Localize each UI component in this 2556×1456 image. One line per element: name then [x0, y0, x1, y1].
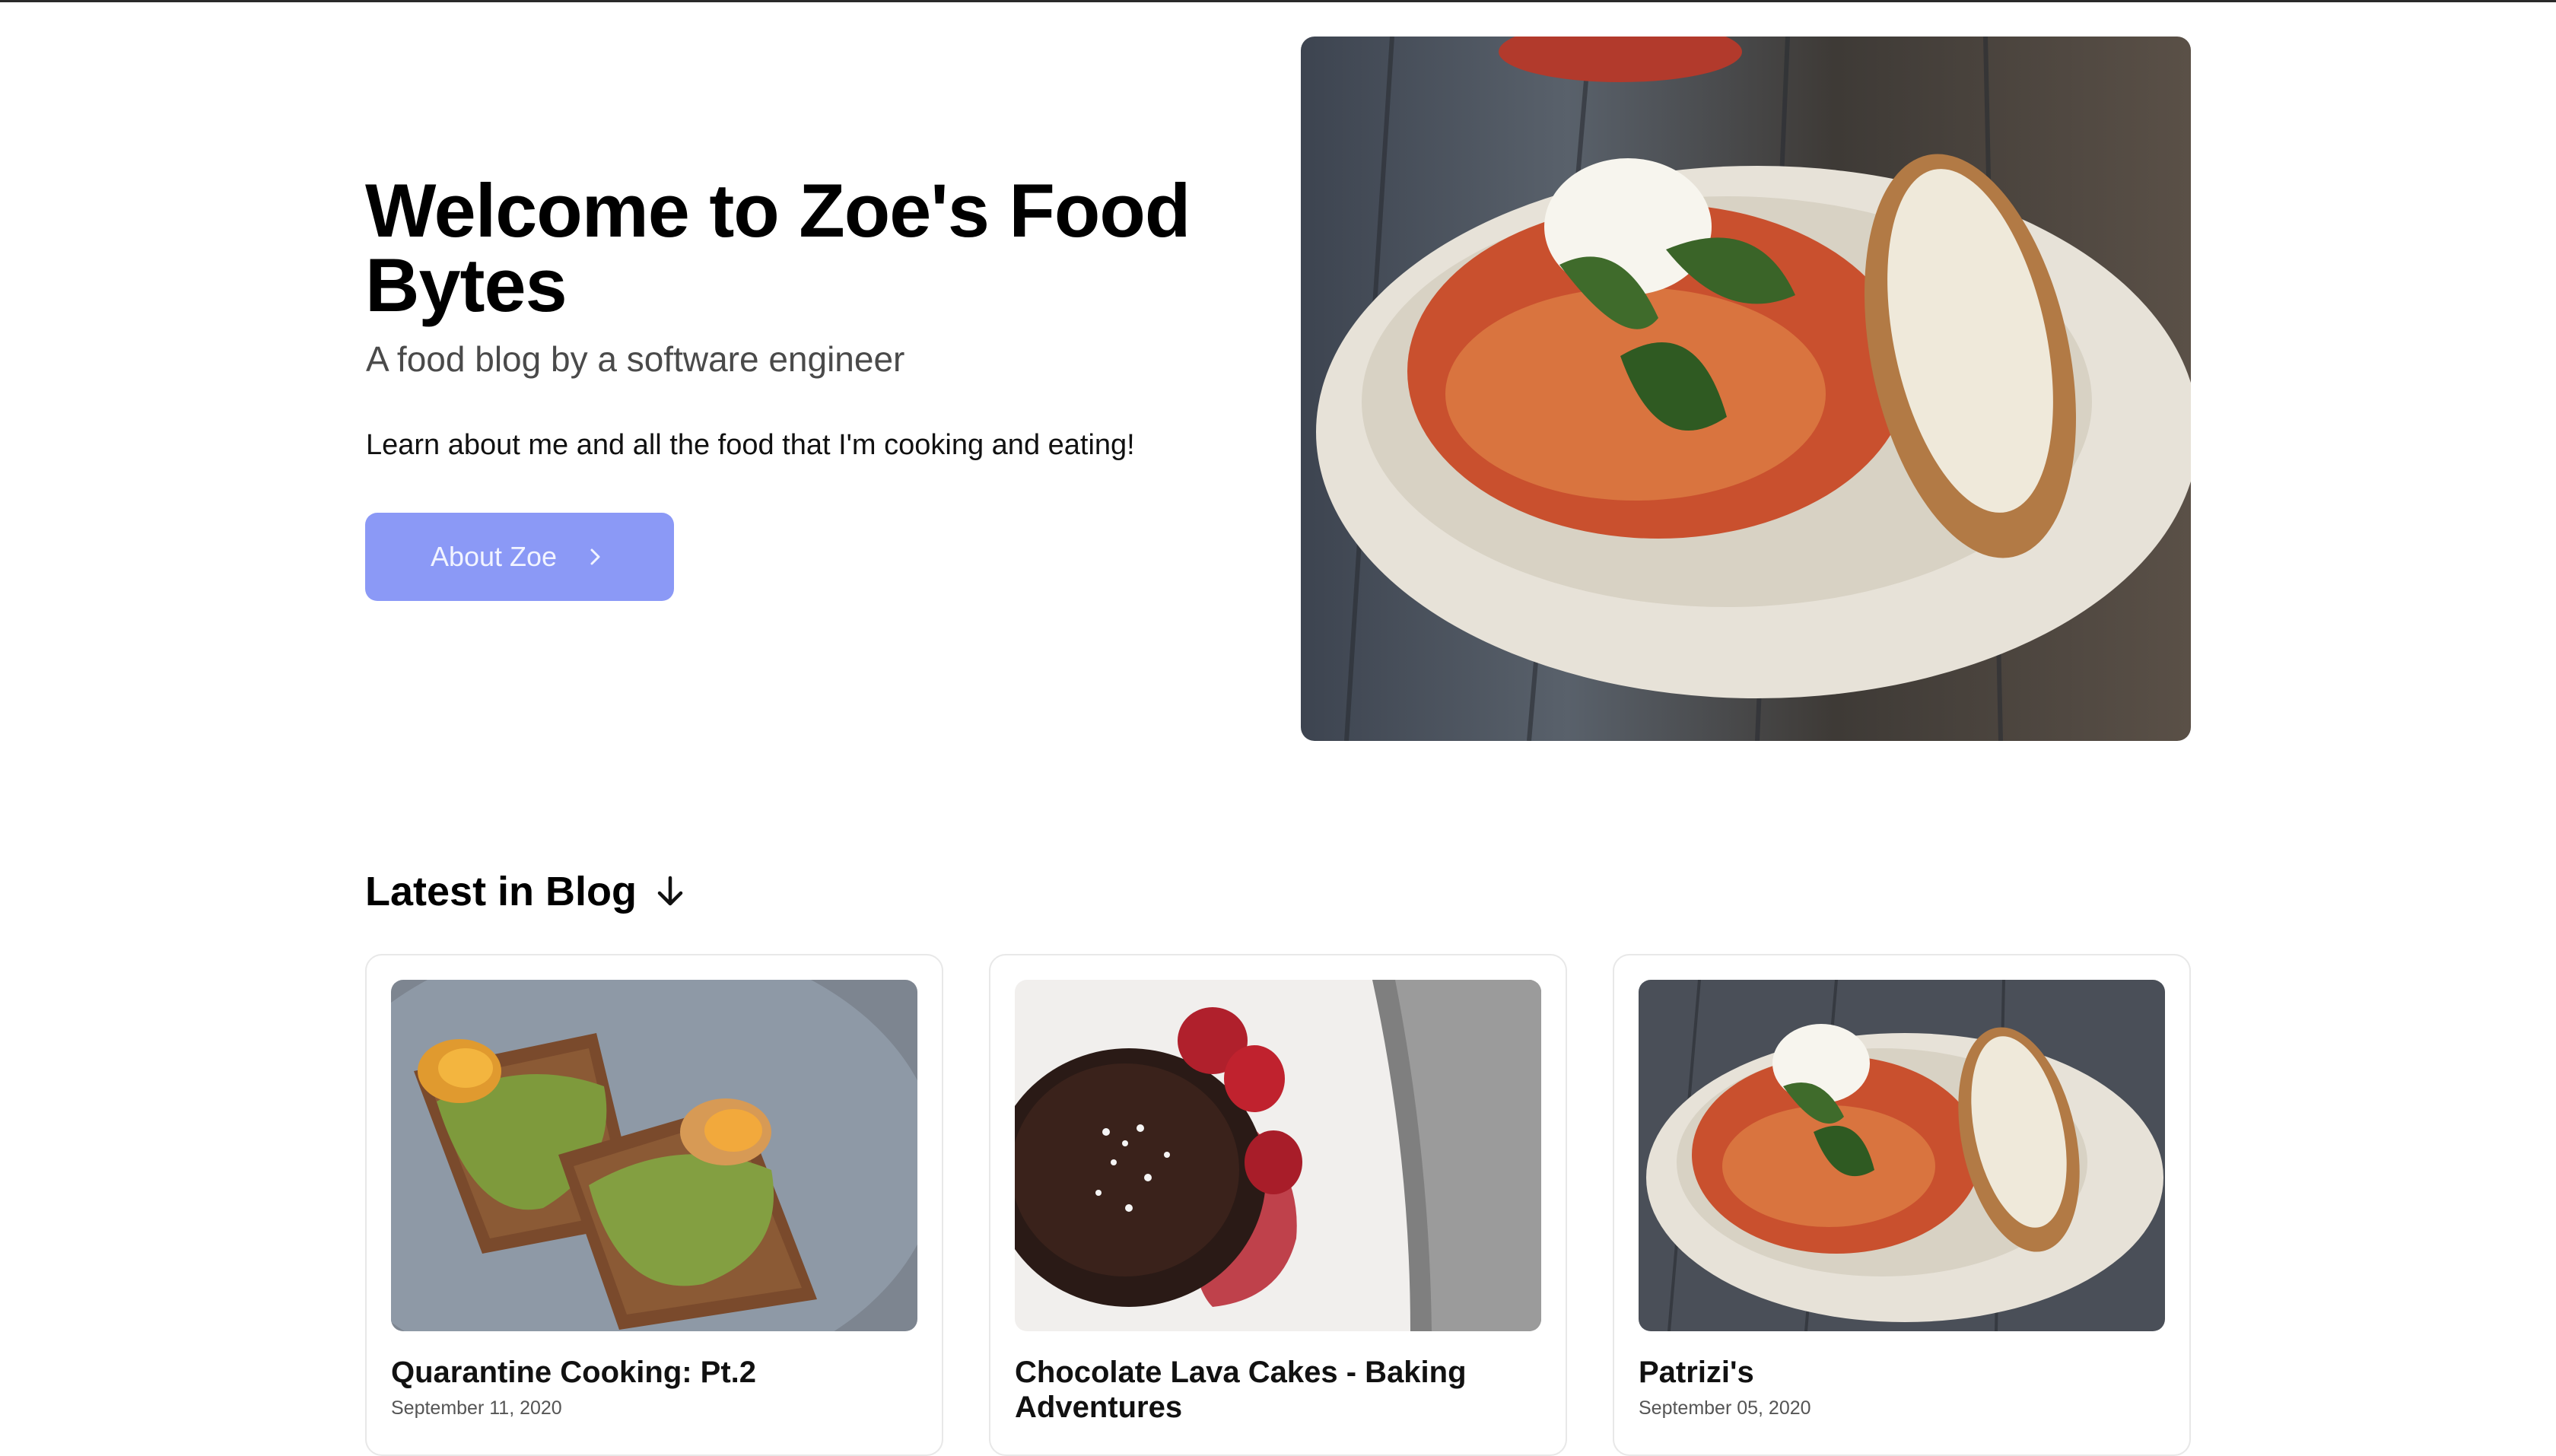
blog-post-thumbnail: [391, 980, 917, 1331]
blog-post-title[interactable]: Chocolate Lava Cakes - Baking Adventures: [1015, 1355, 1541, 1425]
latest-in-blog-heading: Latest in Blog: [365, 865, 688, 918]
blog-post-title[interactable]: Patrizi's: [1639, 1355, 2165, 1390]
hero-food-photo: [1301, 37, 2191, 741]
about-zoe-button[interactable]: About Zoe: [365, 513, 674, 601]
arrow-down-icon: [652, 873, 688, 910]
hero-title: Welcome to Zoe's Food Bytes: [365, 168, 1191, 327]
blog-post-title[interactable]: Quarantine Cooking: Pt.2: [391, 1355, 917, 1390]
blog-post-card[interactable]: Patrizi's September 05, 2020: [1613, 954, 2191, 1456]
about-zoe-label: About Zoe: [430, 541, 558, 572]
blog-post-date: September 11, 2020: [391, 1397, 562, 1419]
chevron-right-icon: [583, 544, 609, 570]
hero-subtitle: A food blog by a software engineer: [366, 339, 905, 379]
blog-post-thumbnail: [1639, 980, 2165, 1331]
latest-in-blog-label: Latest in Blog: [365, 869, 637, 914]
blog-post-card[interactable]: Chocolate Lava Cakes - Baking Adventures: [989, 954, 1567, 1456]
blog-post-date: September 05, 2020: [1639, 1397, 1811, 1419]
blog-post-card[interactable]: Quarantine Cooking: Pt.2 September 11, 2…: [365, 954, 943, 1456]
blog-post-thumbnail: [1015, 980, 1541, 1331]
hero-description: Learn about me and all the food that I'm…: [366, 429, 1135, 461]
top-border: [0, 0, 2556, 2]
